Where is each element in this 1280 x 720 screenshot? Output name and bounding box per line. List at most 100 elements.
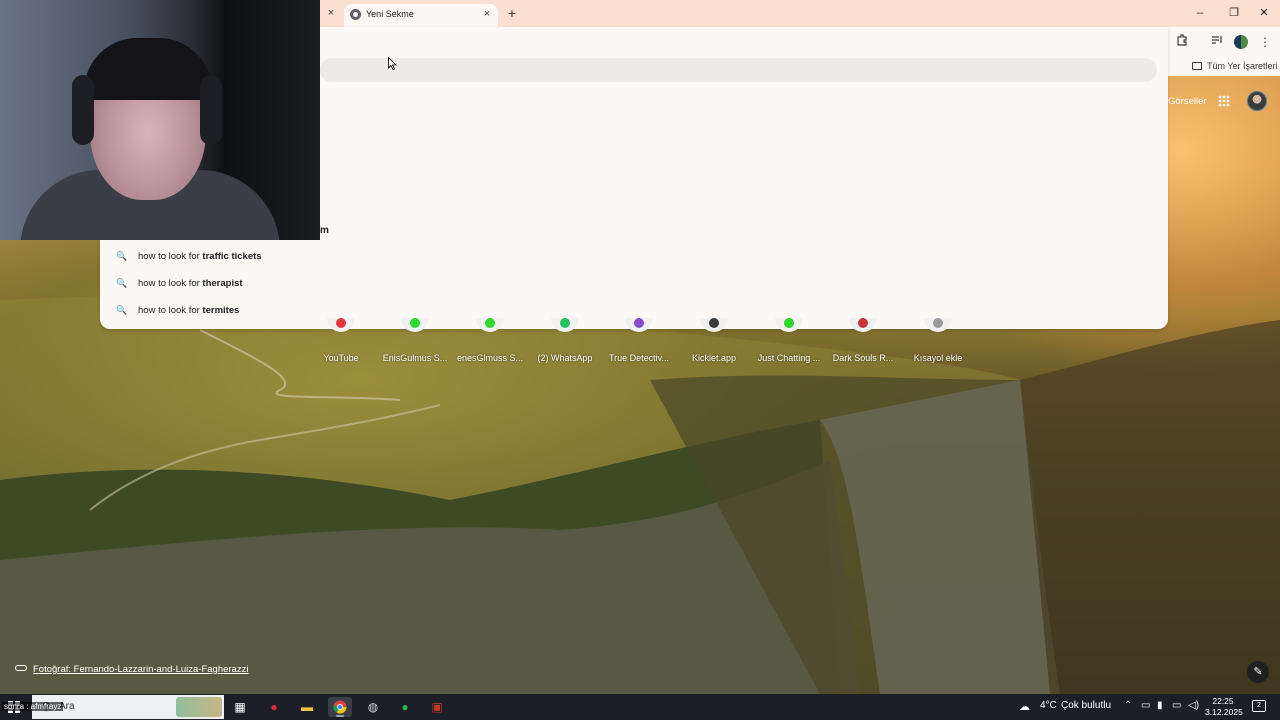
omnibox-input[interactable]	[320, 58, 1157, 82]
windows-taskbar: ⚲ Ara sonra : afmfrayz ▦ ● ▬ ◍ ● ▣ ☁ 4°C…	[0, 694, 1280, 720]
shortcut-favicon	[784, 318, 794, 328]
shortcut-add[interactable]: Kısayol ekle	[901, 318, 975, 363]
tab-new-tab[interactable]: Yeni Sekme ×	[344, 4, 498, 27]
suggestion-prefix: how to look for	[138, 251, 203, 262]
kicklet-icon	[700, 318, 728, 332]
shortcut-favicon	[336, 318, 346, 328]
restore-button[interactable]: ❐	[1222, 4, 1246, 22]
chevron-up-icon[interactable]: ⌃	[1124, 700, 1132, 711]
shortcut-just-chatting[interactable]: Just Chatting ...	[752, 318, 826, 363]
spotify-icon[interactable]: ●	[393, 697, 417, 717]
shortcut-dark-souls[interactable]: Dark Souls R...	[826, 318, 900, 363]
suggestion-row[interactable]: 🔍 how to look for therapist	[116, 278, 243, 298]
webcam-overlay	[0, 0, 320, 240]
suggestion-partial-text: m	[320, 225, 329, 236]
suggestion-prefix: how to look for	[138, 278, 203, 289]
suggestion-completion: termites	[202, 305, 240, 316]
suggestion-row[interactable]: 🔍 how to look for termites	[116, 305, 239, 325]
shortcut-favicon	[933, 318, 943, 328]
clock-date: 3.12.2025	[1205, 707, 1243, 717]
network-icon[interactable]: ▭	[1172, 700, 1181, 711]
shortcut-kicklet[interactable]: Kicklet.app	[677, 318, 751, 363]
photo-credit-link[interactable]: Fotoğraf: Fernando-Lazzarin-and-Luiza-Fa…	[15, 664, 248, 675]
file-explorer-icon[interactable]: ▬	[295, 697, 319, 717]
shortcut-enesglmuss[interactable]: enesGlmuss S...	[453, 318, 527, 363]
microphone-icon[interactable]: ▮	[1157, 700, 1163, 711]
search-icon: 🔍	[116, 278, 128, 288]
shortcut-favicon	[485, 318, 495, 328]
shortcut-label: (2) WhatsApp	[537, 353, 593, 363]
add-icon	[924, 318, 952, 332]
taskbar-clock[interactable]: 22:25 3.12.2025	[1205, 696, 1243, 718]
profile-avatar-icon[interactable]	[1234, 35, 1248, 49]
kick-icon	[476, 318, 504, 332]
shortcut-true-detective[interactable]: True Detectiv...	[602, 318, 676, 363]
webcam-person-beanie	[84, 38, 212, 100]
kick-icon	[775, 318, 803, 332]
volume-icon[interactable]: ◁)	[1188, 700, 1199, 711]
obs-icon[interactable]: ◍	[361, 697, 385, 717]
photo-credit-text: Fotoğraf: Fernando-Lazzarin-and-Luiza-Fa…	[33, 664, 249, 675]
stream-overlay-text: sonra : afmfrayz	[2, 702, 64, 711]
shortcut-label: Kısayol ekle	[913, 353, 963, 363]
notification-icon[interactable]: 2	[1252, 700, 1266, 712]
shortcut-favicon	[709, 318, 719, 328]
streaming-icon	[625, 318, 653, 332]
shortcut-label: YouTube	[323, 353, 359, 363]
shortcut-label: Dark Souls R...	[832, 353, 894, 363]
shortcut-label: enesGlmuss S...	[456, 353, 524, 363]
app-icon[interactable]: ▣	[425, 697, 449, 717]
google-apps-icon[interactable]	[1218, 95, 1230, 107]
extensions-icon[interactable]	[1174, 34, 1190, 50]
opera-icon[interactable]: ●	[262, 697, 286, 717]
window-close-button[interactable]: ✕	[1252, 4, 1276, 22]
tab-title: Yeni Sekme	[366, 9, 414, 19]
weather-text[interactable]: Çok bulutlu	[1061, 700, 1111, 711]
headphone-icon	[72, 75, 94, 145]
images-link[interactable]: Görseller	[1168, 96, 1207, 107]
media-icon[interactable]	[1209, 34, 1225, 50]
shortcut-youtube[interactable]: YouTube	[304, 318, 378, 363]
weather-icon: ☁	[1019, 701, 1030, 713]
chrome-icon[interactable]	[328, 697, 352, 717]
folder-icon	[1192, 62, 1202, 70]
shortcut-enisgulmus[interactable]: EnisGulmus S...	[378, 318, 452, 363]
all-bookmarks-button[interactable]: Tüm Yer İşaretleri	[1192, 61, 1278, 71]
all-bookmarks-label: Tüm Yer İşaretleri	[1207, 61, 1278, 71]
tab-close-icon[interactable]: ×	[480, 7, 494, 21]
account-avatar[interactable]	[1247, 91, 1267, 111]
chrome-menu-icon[interactable]: ⋮	[1257, 34, 1273, 50]
minimize-button[interactable]: –	[1188, 4, 1212, 22]
active-indicator	[336, 715, 344, 717]
headphone-icon	[200, 75, 222, 145]
customize-edit-button[interactable]: ✎	[1247, 661, 1269, 683]
shortcut-label: EnisGulmus S...	[382, 353, 448, 363]
shortcut-favicon	[410, 318, 420, 328]
weather-temp[interactable]: 4°C	[1040, 700, 1057, 711]
kick-icon	[401, 318, 429, 332]
new-tab-button[interactable]: +	[504, 5, 520, 21]
search-icon: 🔍	[116, 305, 128, 315]
shortcut-whatsapp[interactable]: (2) WhatsApp	[528, 318, 602, 363]
suggestion-completion: traffic tickets	[202, 251, 262, 262]
task-view-icon[interactable]: ▦	[228, 697, 252, 717]
shortcut-label: Kicklet.app	[691, 353, 737, 363]
shortcut-favicon	[858, 318, 868, 328]
chrome-favicon-icon	[350, 9, 361, 20]
shortcut-label: True Detectiv...	[608, 353, 670, 363]
clock-time: 22:25	[1212, 696, 1234, 706]
tray-app-icon[interactable]: ▭	[1141, 700, 1150, 711]
tab-close-icon[interactable]: ×	[324, 6, 338, 20]
game-icon	[849, 318, 877, 332]
search-icon: 🔍	[116, 251, 128, 261]
shortcut-favicon	[634, 318, 644, 328]
shortcut-label: Just Chatting ...	[757, 353, 821, 363]
mouse-cursor-icon	[388, 57, 397, 70]
suggestion-prefix: how to look for	[138, 305, 203, 316]
suggestion-completion: therapist	[202, 278, 243, 289]
shortcut-favicon	[560, 318, 570, 328]
youtube-icon	[327, 318, 355, 332]
link-icon	[15, 665, 27, 671]
suggestion-row[interactable]: 🔍 how to look for traffic tickets	[116, 251, 262, 271]
tab-strip: × Yeni Sekme × + – ❐ ✕	[320, 0, 1280, 27]
